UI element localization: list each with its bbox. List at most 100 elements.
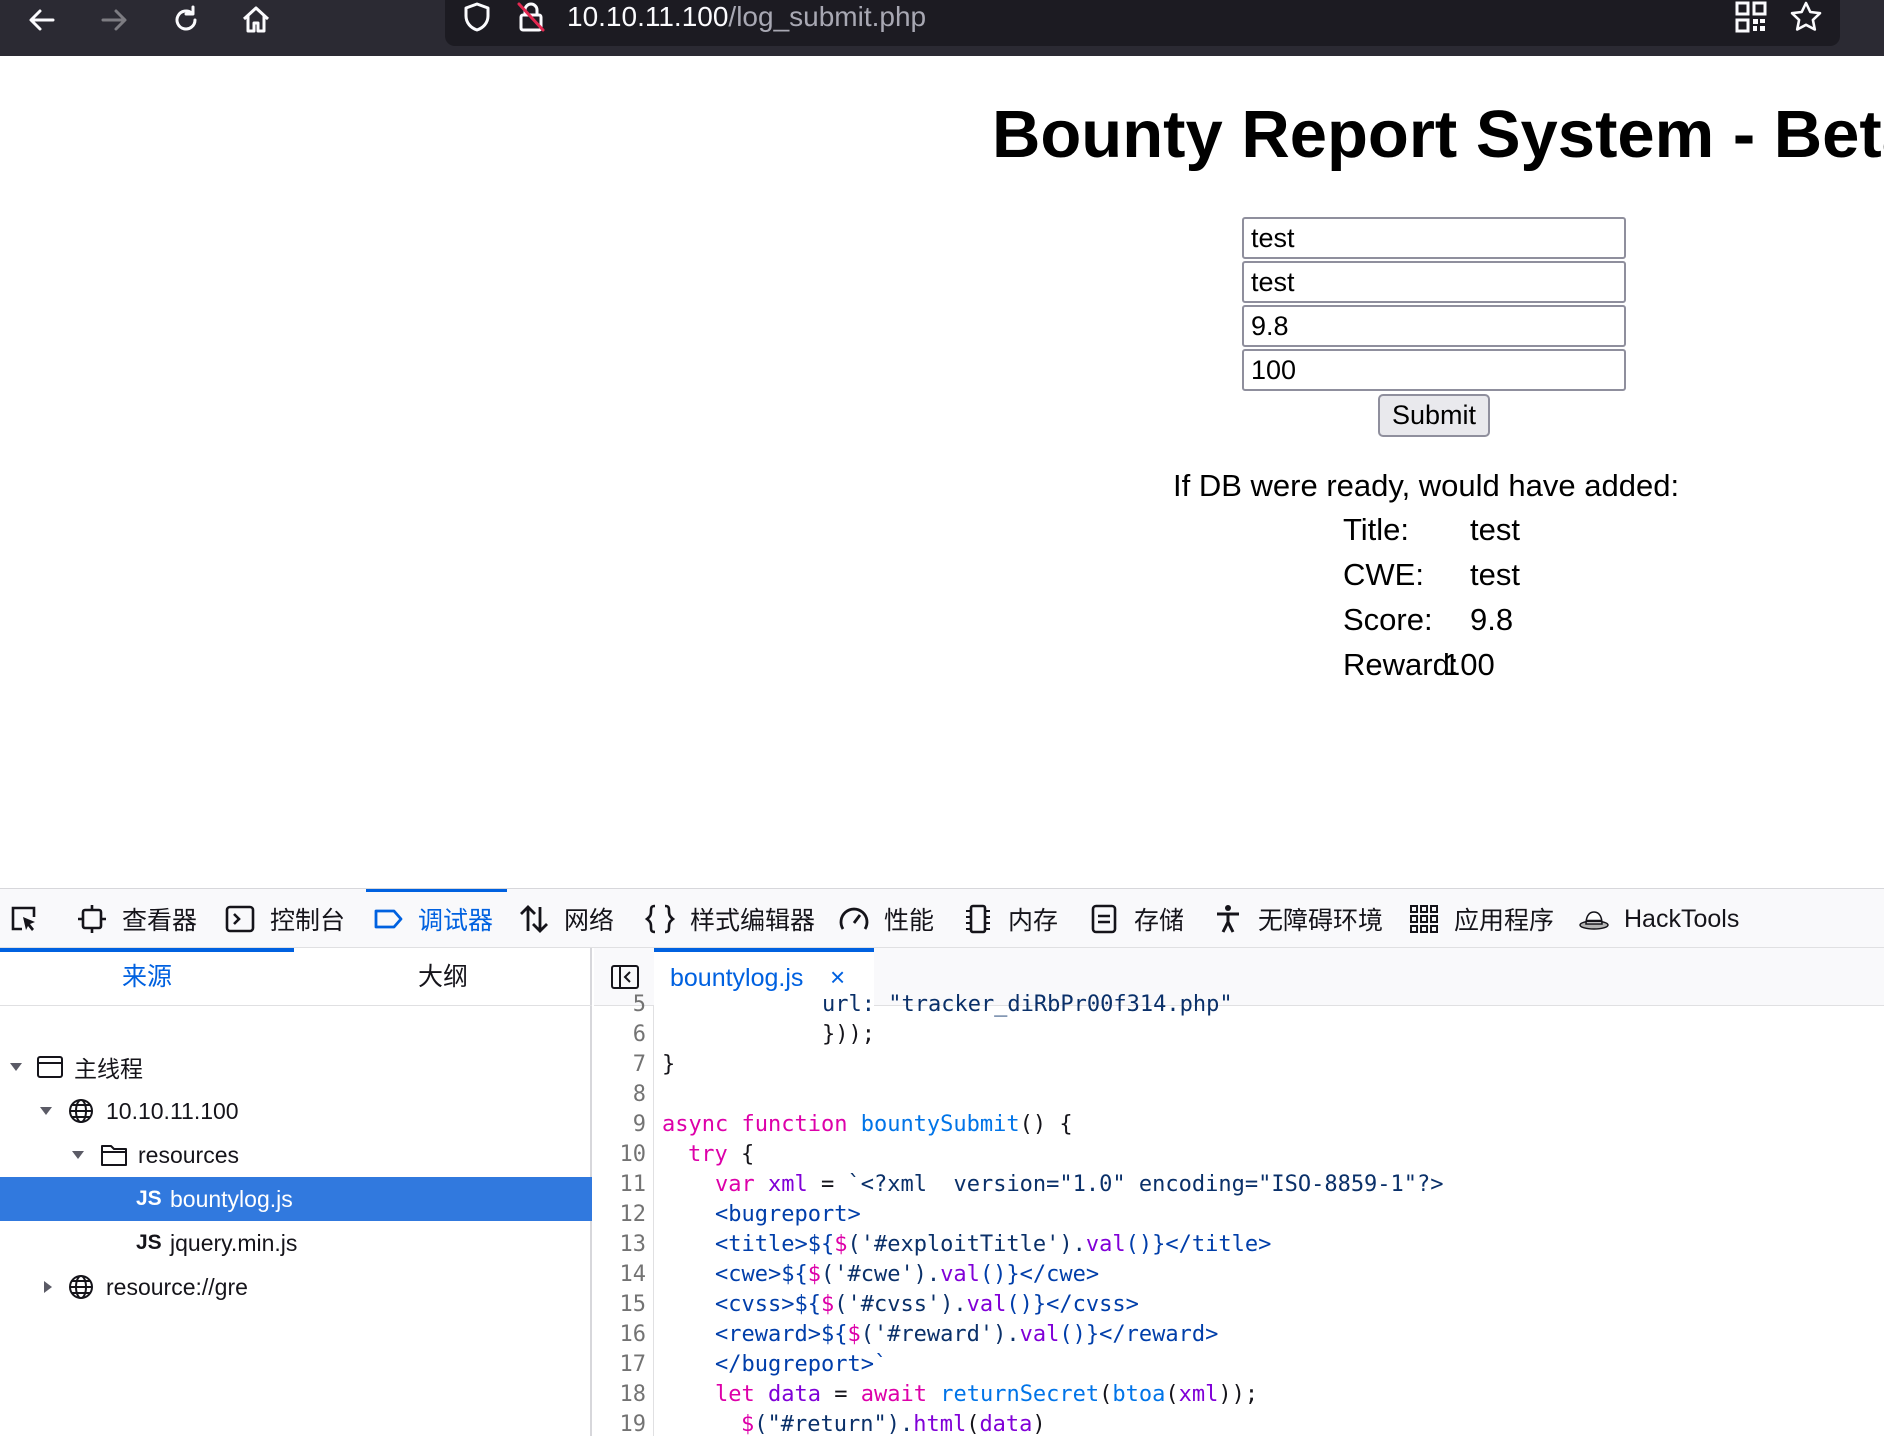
tree-item-jquery[interactable]: JS jquery.min.js xyxy=(0,1221,592,1265)
forward-button[interactable] xyxy=(84,0,144,40)
tab-inspector[interactable]: 查看器 xyxy=(76,889,197,949)
tab-performance[interactable]: 性能 xyxy=(838,889,934,949)
line-number: 11 xyxy=(619,1172,647,1197)
result-value: 100 xyxy=(1443,647,1495,682)
tab-style-editor[interactable]: 样式编辑器 xyxy=(644,889,815,949)
storage-icon xyxy=(1091,904,1117,934)
insecure-lock-icon[interactable] xyxy=(515,0,547,34)
home-icon xyxy=(242,6,270,33)
line-number: 19 xyxy=(619,1412,647,1436)
url-path: /log_submit.php xyxy=(728,1,927,32)
exploit-title-input[interactable] xyxy=(1242,217,1626,259)
result-row-score: Score: 9.8 xyxy=(1343,602,1513,638)
line-number: 6 xyxy=(632,1022,646,1047)
devtools-toolbar: 查看器 控制台 调试器 网络 样式编辑器 性能 内存 存储 无障碍环境 应用程序… xyxy=(0,888,1884,948)
url-text[interactable]: 10.10.11.100/log_submit.php xyxy=(567,0,926,34)
line-number: 9 xyxy=(632,1112,646,1137)
code-editor: bountylog.js × 5 url: "tracker_diRbPr00f… xyxy=(594,948,1884,1436)
element-picker-icon xyxy=(11,906,36,931)
tab-label: 无障碍环境 xyxy=(1258,907,1384,935)
tab-network[interactable]: 网络 xyxy=(518,889,614,949)
js-file-icon: JS xyxy=(136,1231,162,1254)
hacktools-icon xyxy=(1579,911,1609,930)
globe-icon xyxy=(68,1265,94,1309)
sources-panel: 来源 大纲 主线程 10.10.11.100 resources JS boun… xyxy=(0,948,592,1436)
code-line: async function bountySubmit() { xyxy=(662,1112,1073,1137)
reload-button[interactable] xyxy=(156,0,216,40)
style-editor-icon xyxy=(644,904,676,934)
code-line: <bugreport> xyxy=(715,1202,861,1227)
tree-label: resources xyxy=(138,1141,239,1168)
code-line: <reward>${$('#reward').val()}</reward> xyxy=(715,1322,1219,1347)
tab-accessibility[interactable]: 无障碍环境 xyxy=(1212,889,1383,949)
tree-label: 主线程 xyxy=(74,1056,143,1082)
line-number: 17 xyxy=(619,1352,647,1377)
code-line: let data = await returnSecret(btoa(xml))… xyxy=(715,1382,1259,1407)
editor-tabs: bountylog.js × xyxy=(594,948,1884,1006)
code-line: try { xyxy=(688,1142,755,1167)
result-row-title: Title: test xyxy=(1343,512,1520,548)
code-line: url: "tracker_diRbPr00f314.php" xyxy=(822,992,1233,1017)
url-host: 10.10.11.100 xyxy=(567,1,729,32)
browser-toolbar: 10.10.11.100/log_submit.php xyxy=(0,0,1884,56)
result-row-reward: Reward: 100 xyxy=(1343,647,1495,683)
tab-application[interactable]: 应用程序 xyxy=(1408,889,1554,949)
home-button[interactable] xyxy=(226,0,286,40)
tab-label: 控制台 xyxy=(270,907,346,935)
cvss-score-input[interactable] xyxy=(1242,305,1626,347)
tab-label: 网络 xyxy=(564,907,615,935)
expanded-triangle-icon[interactable] xyxy=(8,1045,24,1089)
address-bar[interactable]: 10.10.11.100/log_submit.php xyxy=(445,0,1840,46)
expanded-triangle-icon[interactable] xyxy=(70,1133,86,1177)
tree-label: 10.10.11.100 xyxy=(106,1097,239,1124)
collapsed-triangle-icon[interactable] xyxy=(40,1265,56,1309)
tree-item-main-thread[interactable]: 主线程 xyxy=(0,1045,592,1089)
tree-item-host[interactable]: 10.10.11.100 xyxy=(0,1089,592,1133)
reward-input[interactable] xyxy=(1242,349,1626,391)
tab-label: HackTools xyxy=(1624,904,1740,933)
accessibility-icon xyxy=(1217,905,1239,933)
result-label: Score: xyxy=(1343,602,1433,637)
tab-console[interactable]: 控制台 xyxy=(224,889,345,949)
window-icon xyxy=(36,1045,64,1089)
tab-label: 查看器 xyxy=(122,907,198,935)
cwe-input[interactable] xyxy=(1242,261,1626,303)
tab-debugger[interactable]: 调试器 xyxy=(365,889,508,949)
submit-button[interactable]: Submit xyxy=(1378,394,1490,437)
tab-label: 内存 xyxy=(1008,907,1059,935)
console-icon xyxy=(225,905,255,933)
tab-label: 存储 xyxy=(1134,907,1185,935)
code-area[interactable]: 5 url: "tracker_diRbPr00f314.php" 6 }));… xyxy=(594,992,1884,1436)
tab-hacktools[interactable]: HackTools xyxy=(1578,889,1739,949)
qr-code-icon[interactable] xyxy=(1735,0,1767,34)
line-number: 14 xyxy=(619,1262,647,1287)
forward-arrow-icon xyxy=(101,9,127,31)
line-number: 16 xyxy=(619,1322,647,1347)
tab-sources[interactable]: 来源 xyxy=(0,948,294,1006)
tree-label: bountylog.js xyxy=(170,1185,293,1212)
code-line: $("#return").html(data) xyxy=(741,1412,1046,1436)
line-number: 18 xyxy=(619,1382,647,1407)
bookmark-star-icon[interactable] xyxy=(1789,0,1823,34)
tab-outline[interactable]: 大纲 xyxy=(294,948,592,1006)
memory-icon xyxy=(966,904,990,934)
line-number: 7 xyxy=(632,1052,646,1077)
globe-icon xyxy=(68,1089,94,1133)
sources-subtabs: 来源 大纲 xyxy=(0,948,592,1006)
line-number: 8 xyxy=(632,1082,646,1107)
result-row-cwe: CWE: test xyxy=(1343,557,1520,593)
tab-memory[interactable]: 内存 xyxy=(962,889,1058,949)
tree-item-folder[interactable]: resources xyxy=(0,1133,592,1177)
expanded-triangle-icon[interactable] xyxy=(38,1089,54,1133)
back-button[interactable] xyxy=(12,0,72,40)
js-file-icon: JS xyxy=(136,1187,162,1210)
tree-item-resource[interactable]: resource://gre xyxy=(0,1265,592,1309)
line-number: 15 xyxy=(619,1292,647,1317)
code-line: <cvss>${$('#cvss').val()}</cvss> xyxy=(715,1292,1139,1317)
line-number: 13 xyxy=(619,1232,647,1257)
tree-item-bountylog[interactable]: JS bountylog.js xyxy=(0,1177,592,1221)
element-picker-button[interactable] xyxy=(8,889,54,949)
result-message: If DB were ready, would have added: xyxy=(1173,468,1680,503)
tracking-shield-icon[interactable] xyxy=(461,0,493,34)
tab-storage[interactable]: 存储 xyxy=(1088,889,1184,949)
